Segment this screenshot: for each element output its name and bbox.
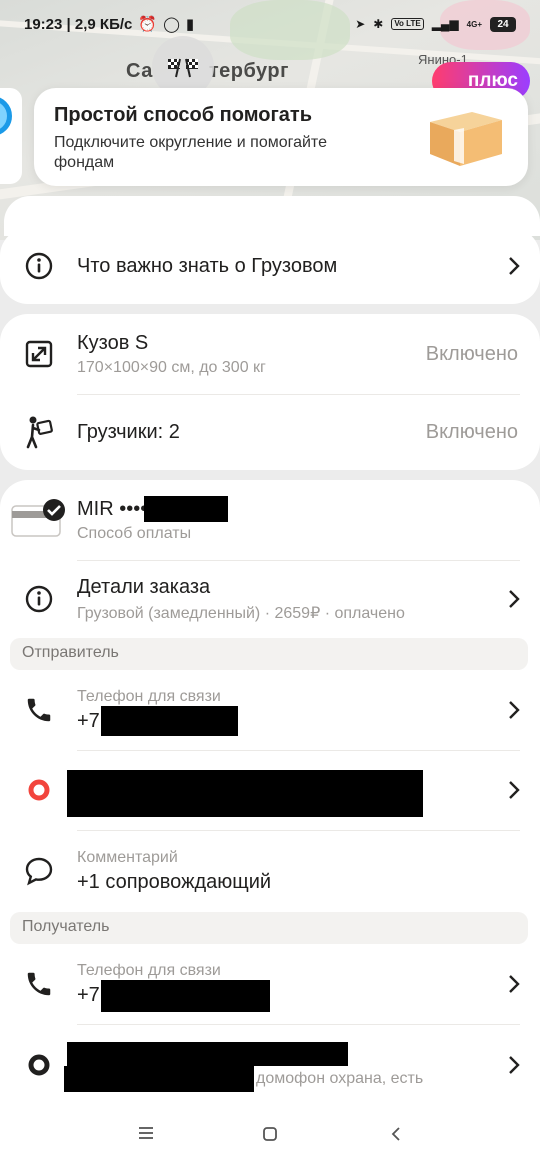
receiver-address-row[interactable]: домофон охрана, есть — [0, 1024, 540, 1106]
sender-section-label: Отправитель — [10, 638, 528, 670]
body-size-sub: 170×100×90 см, до 300 кг — [77, 358, 266, 376]
promo-text: Подключите округление и помогайте фондам — [54, 134, 327, 171]
finish-flag-icon — [168, 58, 198, 78]
comment-caption: Комментарий — [77, 848, 178, 866]
network-type: 4G+ — [466, 19, 482, 29]
whatsapp-icon: ◯ — [163, 16, 180, 33]
redacted-address — [67, 1042, 348, 1066]
chevron-right-icon — [509, 701, 520, 719]
card-check-icon — [11, 499, 65, 537]
body-size-row[interactable]: Кузов S 170×100×90 см, до 300 кг Включен… — [0, 314, 540, 394]
pickup-point-icon — [20, 771, 58, 809]
sim-icon: ▮ — [185, 16, 195, 33]
widget-icon — [0, 96, 12, 136]
back-icon[interactable] — [390, 1126, 402, 1142]
redacted-address — [64, 1066, 254, 1092]
volte-icon: Vo LTE — [391, 18, 424, 30]
loaders-title: Грузчики: 2 — [77, 420, 180, 443]
comment-icon — [20, 852, 58, 890]
redacted-phone — [101, 980, 270, 1012]
order-details-row[interactable]: Детали заказа Грузовой (замедленный) · 2… — [0, 560, 540, 638]
home-icon[interactable] — [262, 1126, 278, 1142]
info-label: Что важно знать о Грузовом — [77, 254, 338, 277]
order-details-sub: Грузовой (замедленный) · 2659₽ · оплачен… — [77, 604, 405, 622]
receiver-phone-row[interactable]: Телефон для связи +7 — [0, 944, 540, 1024]
side-widget[interactable] — [0, 88, 22, 184]
system-nav-bar — [0, 1106, 540, 1170]
alarm-icon: ⏰ — [138, 16, 158, 33]
chevron-right-icon — [509, 1056, 520, 1074]
phone-icon — [20, 965, 58, 1003]
signal-icon: ▂▄▆ — [431, 17, 459, 31]
redacted-phone — [101, 706, 238, 736]
body-size-value: Включено — [425, 342, 518, 365]
location-icon: ➤ — [355, 17, 366, 31]
receiver-section-label: Получатель — [10, 912, 528, 944]
info-row[interactable]: Что важно знать о Грузовом — [0, 228, 540, 304]
options-card: Кузов S 170×100×90 см, до 300 кг Включен… — [0, 314, 540, 470]
info-card[interactable]: Что важно знать о Грузовом — [0, 228, 540, 304]
status-bar: 19:23 | 2,9 КБ/с ⏰ ◯ ▮ ➤ ✱ Vo LTE ▂▄▆ 4G… — [0, 0, 540, 48]
comment-value: +1 сопровождающий — [77, 870, 272, 893]
battery-icon: 24 — [490, 16, 516, 32]
dropoff-point-icon — [20, 1046, 58, 1084]
chevron-right-icon — [509, 975, 520, 993]
chevron-right-icon — [509, 590, 520, 608]
receiver-phone-caption: Телефон для связи — [77, 961, 221, 979]
bluetooth-icon: ✱ — [373, 17, 384, 31]
chevron-right-icon — [509, 781, 520, 799]
loader-icon — [20, 413, 58, 451]
info-icon — [20, 580, 58, 618]
sender-phone-caption: Телефон для связи — [77, 687, 221, 705]
info-icon — [20, 247, 58, 285]
chevron-right-icon — [509, 257, 520, 275]
comment-row[interactable]: Комментарий +1 сопровождающий — [0, 830, 540, 912]
order-details-title: Детали заказа — [77, 575, 211, 598]
phone-icon — [20, 691, 58, 729]
card-sub: Способ оплаты — [77, 524, 192, 542]
body-size-title: Кузов S — [77, 331, 149, 354]
promo-banner[interactable]: Простой способ помогать Подключите округ… — [34, 88, 528, 186]
loaders-row[interactable]: Грузчики: 2 Включено — [0, 394, 540, 470]
sender-address-row[interactable] — [0, 750, 540, 830]
loaders-value: Включено — [425, 420, 518, 443]
order-card: MIR •••• Способ оплаты Детали заказа Гру… — [0, 480, 540, 1170]
sender-phone-row[interactable]: Телефон для связи +7 — [0, 670, 540, 750]
menu-icon[interactable] — [138, 1126, 154, 1140]
payment-method-row[interactable]: MIR •••• Способ оплаты — [0, 480, 540, 560]
status-time-speed: 19:23 | 2,9 КБ/с — [24, 15, 133, 33]
receiver-address-tail: домофон охрана, есть — [256, 1070, 424, 1087]
box-icon — [430, 112, 502, 166]
redacted-address — [67, 770, 423, 817]
expand-icon — [20, 335, 58, 373]
redacted-card-number — [144, 496, 228, 522]
